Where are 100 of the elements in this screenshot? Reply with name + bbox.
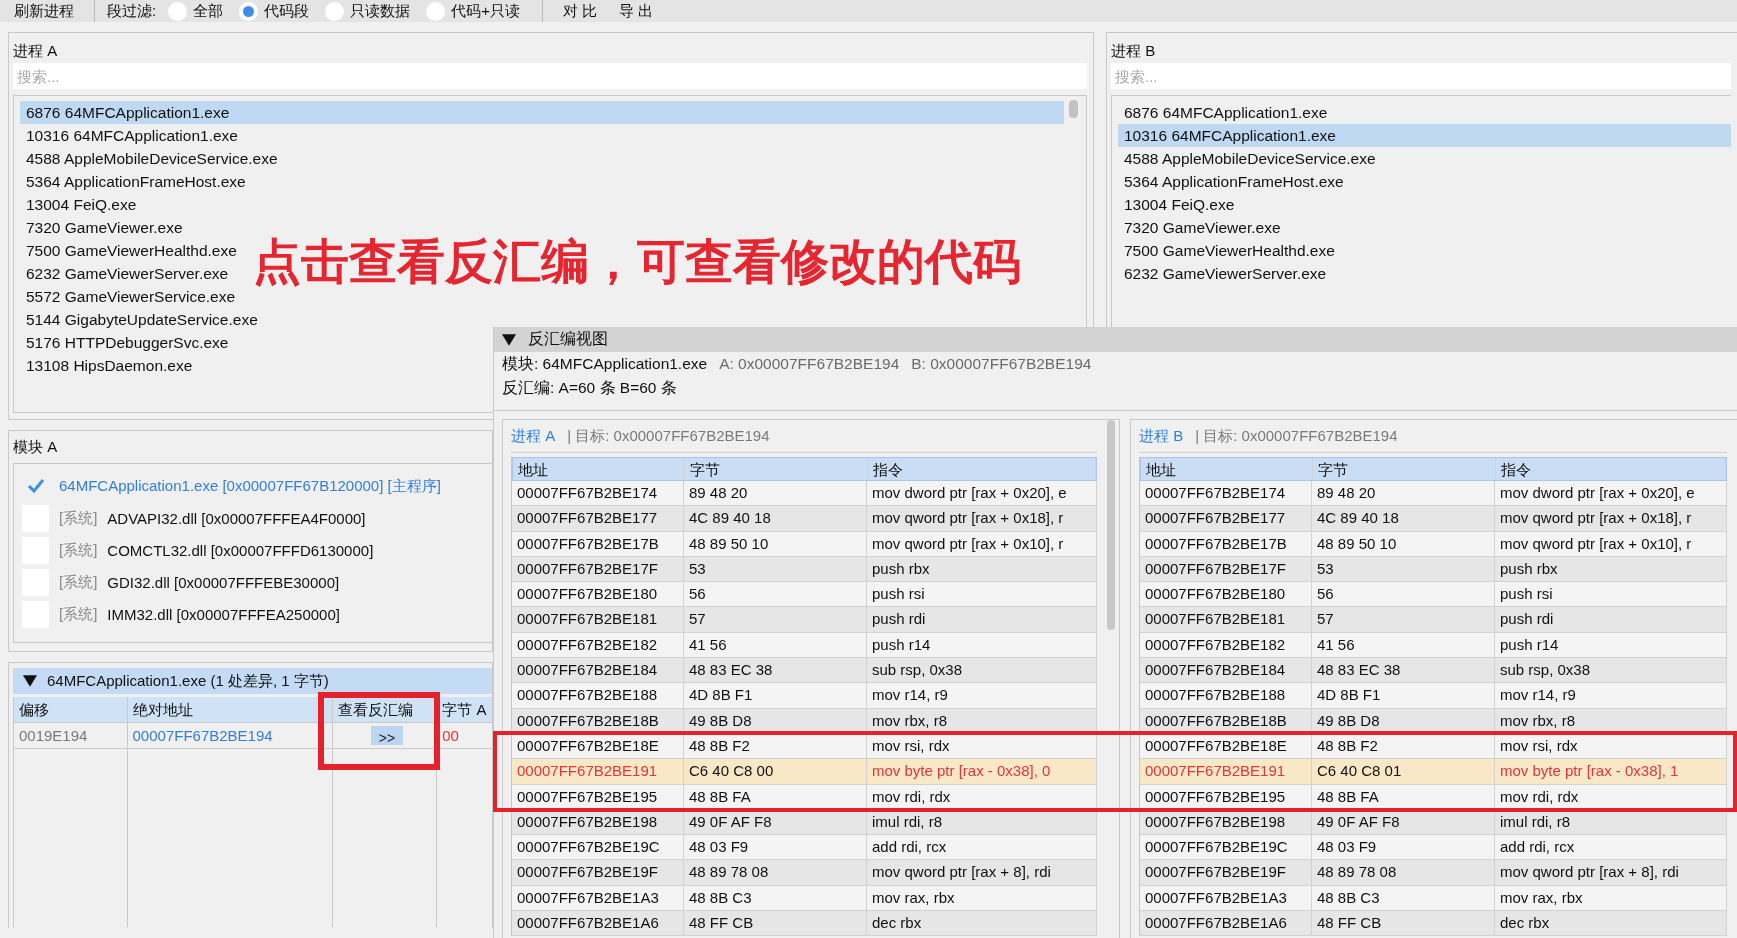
radio-option[interactable]: 只读数据 [325, 1, 411, 21]
process-item[interactable]: 5144 GigabyteUpdateService.exe [20, 308, 262, 331]
module-name[interactable]: GDI32.dll [0x00007FFFEBE30000] [107, 573, 340, 591]
process-item[interactable]: 5364 ApplicationFrameHost.exe [20, 170, 250, 193]
table-cell: 00007FF67B2BE180 [1140, 582, 1312, 607]
diff-group-header[interactable]: 64MFCApplication1.exe (1 处差异, 1 字节) [13, 668, 492, 694]
instruction-row[interactable]: 00007FF67B2BE1A6 48 FF CB dec rbx [1140, 911, 1727, 937]
table-cell: 00007FF67B2BE195 [1140, 784, 1312, 809]
process-item[interactable]: 7320 GameViewer.exe [1118, 216, 1285, 239]
table-cell: 48 8B C3 [684, 885, 867, 911]
scrollbar-thumb[interactable] [1107, 420, 1115, 630]
toolbar-button[interactable]: 刷新进程 [6, 1, 82, 21]
process-item[interactable]: 4588 AppleMobileDeviceService.exe [20, 147, 282, 170]
module-name[interactable]: ADVAPI32.dll [0x00007FFFEA4F0000] [107, 509, 366, 527]
table-cell: add rdi, rcx [1495, 835, 1727, 860]
instruction-row[interactable]: 00007FF67B2BE191 C6 40 C8 01 mov byte ptr [rax - 0x38], 1 [1140, 759, 1727, 785]
instruction-row[interactable]: 00007FF67B2BE1A3 48 8B C3 mov rax, rbx [512, 885, 1097, 912]
process-item[interactable]: 10316 64MFCApplication1.exe [1118, 124, 1731, 147]
table-cell: 00007FF67B2BE1A3 [1140, 885, 1312, 911]
module-info: 模块: 64MFCApplication1.exe [502, 354, 708, 374]
process-item[interactable]: 10316 64MFCApplication1.exe [20, 124, 242, 147]
table-cell: sub rsp, 0x38 [1495, 658, 1727, 683]
module-name[interactable]: IMM32.dll [0x00007FFFEA250000] [107, 605, 340, 623]
process-item[interactable]: 13108 HipsDaemon.exe [20, 354, 197, 377]
instruction-row[interactable]: 00007FF67B2BE17B 48 89 50 10 mov qword ptr [rax + 0x10], r [1140, 531, 1727, 557]
instruction-row[interactable]: 00007FF67B2BE18E 48 8B F2 mov rsi, rdx [1140, 733, 1727, 760]
module-tag: [系统] [59, 572, 98, 592]
instruction-row[interactable]: 00007FF67B2BE1A3 48 8B C3 mov rax, rbx [1140, 885, 1727, 912]
instruction-row[interactable]: 00007FF67B2BE18E 48 8B F2 mov rsi, rdx [512, 733, 1097, 760]
process-item[interactable]: 6876 64MFCApplication1.exe [1118, 101, 1332, 124]
table-cell: mov rsi, rdx [867, 733, 1097, 759]
table-cell: push rsi [1495, 582, 1727, 607]
instruction-row[interactable]: 00007FF67B2BE181 57 push rdi [1140, 607, 1727, 633]
instruction-row[interactable]: 00007FF67B2BE17F 53 push rbx [512, 556, 1097, 583]
instruction-row[interactable]: 00007FF67B2BE180 56 push rsi [512, 582, 1097, 608]
table-cell: mov r14, r9 [1495, 683, 1727, 708]
view-disassembly-button[interactable]: >> [370, 726, 404, 745]
process-item[interactable]: 5364 ApplicationFrameHost.exe [1118, 170, 1348, 193]
process-item[interactable]: 13004 FeiQ.exe [20, 193, 141, 216]
table-cell: 48 8B FA [1312, 784, 1495, 809]
table-cell: mov rdi, rdx [867, 784, 1097, 809]
radio-option[interactable]: 代码段 [239, 1, 310, 21]
process-item[interactable]: 7500 GameViewerHealthd.exe [20, 239, 241, 262]
instruction-row[interactable]: 00007FF67B2BE19F 48 89 78 08 mov qword ptr [rax + 8], rdi [512, 860, 1097, 886]
search-field[interactable]: 搜索... [13, 63, 1087, 89]
instruction-row[interactable]: 00007FF67B2BE19F 48 89 78 08 mov qword ptr [rax + 8], rdi [1140, 860, 1727, 886]
instruction-row[interactable]: 00007FF67B2BE177 4C 89 40 18 mov qword ptr [rax + 0x18], r [1140, 506, 1727, 532]
table-cell: imul rdi, r8 [867, 809, 1097, 835]
instruction-row[interactable]: 00007FF67B2BE180 56 push rsi [1140, 582, 1727, 608]
process-item[interactable]: 6876 64MFCApplication1.exe [20, 101, 1064, 124]
instruction-row[interactable]: 00007FF67B2BE19C 48 03 F9 add rdi, rcx [1140, 835, 1727, 861]
address-link[interactable]: 00007FF67B2BE194 [127, 723, 333, 748]
table-cell: 57 [684, 607, 867, 632]
instruction-row[interactable]: 00007FF67B2BE1A6 48 FF CB dec rbx [512, 911, 1097, 937]
instruction-row[interactable]: 00007FF67B2BE182 41 56 push r14 [512, 632, 1097, 659]
table-cell: mov r14, r9 [867, 683, 1097, 708]
table-cell: 48 8B C3 [1312, 885, 1495, 911]
instruction-row[interactable]: 00007FF67B2BE182 41 56 push r14 [1140, 632, 1727, 659]
process-item[interactable]: 4588 AppleMobileDeviceService.exe [1118, 147, 1380, 170]
process-item[interactable]: 7500 GameViewerHealthd.exe [1118, 239, 1339, 262]
radio-option[interactable]: 全部 [168, 1, 224, 21]
table-cell: 48 8B F2 [1312, 733, 1495, 759]
process-item[interactable]: 6232 GameViewerServer.exe [20, 262, 233, 285]
table-cell: 48 83 EC 38 [684, 658, 867, 683]
toolbar-button[interactable]: 对 比 [554, 1, 606, 21]
table-cell: dec rbx [1495, 911, 1727, 936]
radio-option[interactable]: 代码+只读 [426, 1, 520, 21]
instruction-row[interactable]: 00007FF67B2BE184 48 83 EC 38 sub rsp, 0x38 [512, 658, 1097, 684]
instruction-row[interactable]: 00007FF67B2BE191 C6 40 C8 00 mov byte ptr [rax - 0x38], 0 [512, 759, 1097, 785]
instruction-row[interactable]: 00007FF67B2BE17F 53 push rbx [1140, 556, 1727, 583]
filter-label: 段过滤: [107, 1, 158, 21]
instruction-row[interactable]: 00007FF67B2BE181 57 push rdi [512, 607, 1097, 633]
instruction-row[interactable]: 00007FF67B2BE188 4D 8B F1 mov r14, r9 [512, 683, 1097, 709]
column-header: 字节 [685, 458, 868, 480]
table-cell: push r14 [867, 632, 1097, 658]
process-item[interactable]: 5176 HTTPDebuggerSvc.exe [20, 331, 233, 354]
table-cell: 57 [1312, 607, 1495, 632]
disassembly-header[interactable]: 反汇编视图 [494, 327, 1737, 352]
instruction-row[interactable]: 00007FF67B2BE177 4C 89 40 18 mov qword ptr [rax + 0x18], r [512, 506, 1097, 532]
instruction-row[interactable]: 00007FF67B2BE17B 48 89 50 10 mov qword ptr [rax + 0x10], r [512, 531, 1097, 557]
process-item[interactable]: 6232 GameViewerServer.exe [1118, 262, 1331, 285]
instruction-row[interactable]: 00007FF67B2BE174 89 48 20 mov dword ptr [rax + 0x20], e [512, 481, 1097, 507]
process-item[interactable]: 13004 FeiQ.exe [1118, 193, 1239, 216]
instruction-row[interactable]: 00007FF67B2BE174 89 48 20 mov dword ptr [rax + 0x20], e [1140, 481, 1727, 507]
table-cell: 00007FF67B2BE188 [512, 683, 684, 708]
process-item[interactable]: 5572 GameViewerService.exe [20, 285, 240, 308]
table-cell: 48 03 F9 [684, 835, 867, 860]
scrollbar-thumb[interactable] [1069, 100, 1078, 118]
process-item[interactable]: 7320 GameViewer.exe [20, 216, 187, 239]
instruction-row[interactable]: 00007FF67B2BE188 4D 8B F1 mov r14, r9 [1140, 683, 1727, 709]
instruction-row[interactable]: 00007FF67B2BE184 48 83 EC 38 sub rsp, 0x38 [1140, 658, 1727, 684]
search-field[interactable]: 搜索... [1111, 63, 1731, 89]
table-cell: 48 FF CB [1312, 911, 1495, 936]
module-name[interactable]: 64MFCApplication1.exe [0x00007FF67B120000] [主程序] [59, 476, 441, 496]
diff-group-title: 64MFCApplication1.exe (1 处差异, 1 字节) [47, 671, 329, 691]
table-cell: 00007FF67B2BE19F [1140, 860, 1312, 885]
toolbar-button[interactable]: 导 出 [611, 1, 662, 21]
instruction-row[interactable]: 00007FF67B2BE19C 48 03 F9 add rdi, rcx [512, 835, 1097, 861]
check-icon [25, 476, 46, 496]
module-name[interactable]: COMCTL32.dll [0x00007FFFD6130000] [107, 541, 374, 559]
